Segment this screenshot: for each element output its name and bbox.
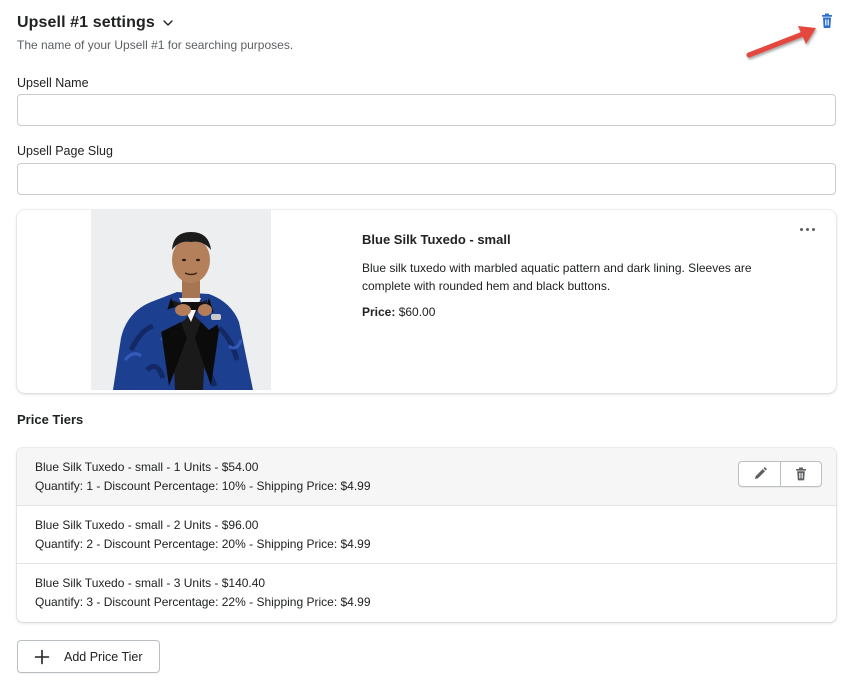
- chevron-down-icon[interactable]: [161, 16, 175, 30]
- price-tier-title: Blue Silk Tuxedo - small - 3 Units - $14…: [35, 576, 266, 590]
- page-title: Upsell #1 settings: [17, 14, 155, 31]
- price-tier-details: Quantify: 1 - Discount Percentage: 10% -…: [35, 479, 371, 493]
- red-arrow-icon: [746, 26, 816, 58]
- add-price-tier-button[interactable]: Add Price Tier: [17, 640, 160, 673]
- page-subtitle: The name of your Upsell #1 for searching…: [17, 38, 294, 52]
- price-tier-item[interactable]: Blue Silk Tuxedo - small - 1 Units - $54…: [17, 448, 836, 506]
- price-tier-details: Quantify: 2 - Discount Percentage: 20% -…: [35, 537, 371, 551]
- price-tiers-heading: Price Tiers: [17, 412, 84, 427]
- trash-icon: [796, 467, 806, 481]
- upsell-name-label: Upsell Name: [17, 76, 89, 90]
- more-dot: [806, 227, 809, 231]
- settings-title-toggle[interactable]: Upsell #1 settings: [17, 14, 293, 32]
- price-tier-title: Blue Silk Tuxedo - small - 1 Units - $54…: [35, 460, 259, 474]
- price-tier-item[interactable]: Blue Silk Tuxedo - small - 3 Units - $14…: [17, 564, 836, 622]
- upsell-page-slug-label: Upsell Page Slug: [17, 144, 113, 158]
- more-actions-icon[interactable]: [800, 224, 818, 234]
- add-price-tier-label: Add Price Tier: [64, 649, 143, 664]
- product-card: Blue Silk Tuxedo - small Blue silk tuxed…: [17, 210, 836, 393]
- price-tiers-list: Blue Silk Tuxedo - small - 1 Units - $54…: [17, 448, 836, 622]
- product-image: [91, 210, 271, 390]
- plus-icon: [34, 649, 50, 664]
- price-value: $60.00: [398, 305, 436, 319]
- edit-tier-button[interactable]: [739, 462, 780, 486]
- price-tier-actions: [738, 461, 822, 487]
- price-tier-title: Blue Silk Tuxedo - small - 2 Units - $96…: [35, 518, 259, 532]
- price-label: Price:: [362, 305, 396, 319]
- upsell-page-slug-input[interactable]: [17, 163, 836, 195]
- settings-header: Upsell #1 settings The name of your Upse…: [17, 14, 293, 52]
- more-dot: [812, 227, 815, 231]
- product-photo-illustration: [91, 210, 271, 390]
- more-dot: [800, 227, 803, 231]
- price-tier-details: Quantify: 3 - Discount Percentage: 22% -…: [35, 595, 371, 609]
- upsell-name-input[interactable]: [17, 94, 836, 126]
- product-description: Blue silk tuxedo with marbled aquatic pa…: [362, 261, 752, 293]
- product-info: Blue Silk Tuxedo - small Blue silk tuxed…: [362, 232, 782, 319]
- pencil-icon: [754, 467, 767, 479]
- delete-tier-button[interactable]: [780, 462, 821, 486]
- price-tier-item[interactable]: Blue Silk Tuxedo - small - 2 Units - $96…: [17, 506, 836, 564]
- product-name: Blue Silk Tuxedo - small: [362, 232, 511, 247]
- product-price: Price: $60.00: [362, 305, 782, 319]
